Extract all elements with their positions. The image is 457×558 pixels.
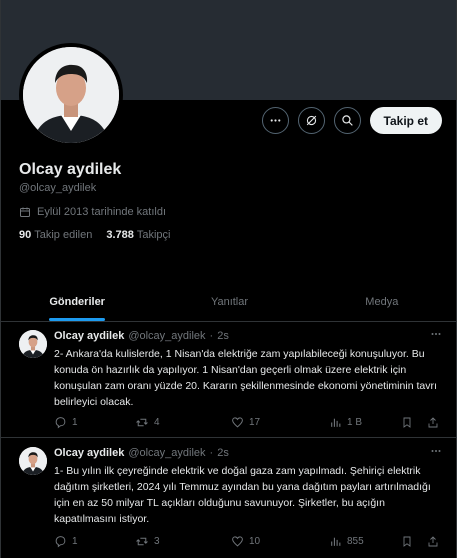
retweet-icon xyxy=(136,418,148,426)
reply-button[interactable]: 1 xyxy=(54,416,135,429)
more-dots-icon xyxy=(270,119,280,122)
reply-icon xyxy=(55,535,66,547)
retweet-count: 3 xyxy=(154,535,160,547)
bookmark-button[interactable] xyxy=(401,416,427,429)
reply-button[interactable]: 1 xyxy=(54,535,135,548)
profile-tabs: Gönderiler Yanıtlar Medya xyxy=(1,283,456,322)
tweet-time[interactable]: 2s xyxy=(217,330,229,342)
profile-handle: @olcay_aydilek xyxy=(19,182,97,194)
tweet-separator: · xyxy=(209,330,214,342)
grok-button[interactable] xyxy=(297,107,325,134)
like-count: 17 xyxy=(249,416,261,428)
heart-icon xyxy=(232,535,243,546)
tweet-author-handle[interactable]: @olcay_aydilek xyxy=(128,330,205,342)
search-icon xyxy=(341,115,353,126)
avatar-photo xyxy=(23,47,119,143)
like-count: 10 xyxy=(249,535,261,547)
like-button[interactable]: 17 xyxy=(231,416,329,429)
follow-button[interactable]: Takip et xyxy=(369,107,442,134)
share-icon xyxy=(428,535,438,546)
tweet-text: 2- Ankara'da kulislerde, 1 Nisan'da elek… xyxy=(54,348,437,408)
followers-label: Takipçi xyxy=(136,229,171,241)
views-chart-icon xyxy=(331,418,341,427)
retweet-count: 4 xyxy=(154,416,160,428)
following-link[interactable]: 90 Takip edilen xyxy=(19,229,92,241)
avatar-photo xyxy=(19,330,47,358)
grok-icon xyxy=(306,115,316,126)
tweet-avatar[interactable] xyxy=(19,330,47,358)
bookmark-icon xyxy=(403,417,411,428)
reply-count: 1 xyxy=(72,535,78,547)
profile-actions: Takip et xyxy=(261,107,442,134)
views-count: 1 B xyxy=(347,416,363,428)
retweet-icon xyxy=(136,537,148,545)
reply-icon xyxy=(55,416,66,428)
profile-name: Olcay aydilek xyxy=(19,161,122,178)
views-button[interactable]: 855 xyxy=(329,535,401,548)
share-button[interactable] xyxy=(427,535,439,548)
tweet-more-button[interactable] xyxy=(430,328,442,343)
tab-media[interactable]: Medya xyxy=(306,283,456,321)
followers-count: 3.788 xyxy=(106,229,134,241)
follow-stats: 90 Takip edilen 3.788 Takipçi xyxy=(19,229,171,241)
tweet[interactable]: Olcay aydilek @olcay_aydilek · 2s 1- Bu … xyxy=(1,439,456,558)
search-profile-button[interactable] xyxy=(333,107,361,134)
more-dots-icon xyxy=(431,450,441,452)
tweet-time[interactable]: 2s xyxy=(217,447,229,459)
tweet-more-button[interactable] xyxy=(430,445,442,460)
tweet-separator: · xyxy=(209,447,214,459)
tweet-text: 1- Bu yılın ilk çeyreğinde elektrik ve d… xyxy=(54,465,431,525)
more-options-button[interactable] xyxy=(261,107,289,134)
more-dots-icon xyxy=(431,333,441,335)
tweet-header: Olcay aydilek @olcay_aydilek · 2s xyxy=(54,447,229,459)
tab-replies[interactable]: Yanıtlar xyxy=(153,283,305,321)
retweet-button[interactable]: 3 xyxy=(135,535,231,548)
views-button[interactable]: 1 B xyxy=(329,416,401,429)
calendar-icon xyxy=(20,207,30,217)
like-button[interactable]: 10 xyxy=(231,535,329,548)
heart-icon xyxy=(232,416,243,427)
tweet-avatar[interactable] xyxy=(19,447,47,475)
views-count: 855 xyxy=(347,535,364,547)
tweet-actions: 1 4 17 1 B xyxy=(54,414,446,430)
bookmark-button[interactable] xyxy=(401,535,427,548)
tweet-header: Olcay aydilek @olcay_aydilek · 2s xyxy=(54,330,229,342)
following-label: Takip edilen xyxy=(34,229,93,241)
profile-avatar[interactable] xyxy=(19,43,123,147)
tweet-author-name[interactable]: Olcay aydilek xyxy=(54,447,124,459)
bookmark-icon xyxy=(403,536,411,547)
followers-link[interactable]: 3.788 Takipçi xyxy=(106,229,170,241)
views-chart-icon xyxy=(331,537,341,546)
tweet[interactable]: Olcay aydilek @olcay_aydilek · 2s 2- Ank… xyxy=(1,322,456,438)
tweet-author-name[interactable]: Olcay aydilek xyxy=(54,330,124,342)
joined-date: Eylül 2013 tarihinde katıldı xyxy=(19,206,166,218)
reply-count: 1 xyxy=(72,416,78,428)
share-icon xyxy=(428,416,438,427)
profile-page: Takip et Olcay aydilek @olcay_aydilek Ey… xyxy=(0,0,457,558)
share-button[interactable] xyxy=(427,416,439,429)
following-count: 90 xyxy=(19,229,32,241)
tweet-actions: 1 3 10 855 xyxy=(54,533,446,549)
joined-text: Eylül 2013 tarihinde katıldı xyxy=(37,206,167,218)
tweet-author-handle[interactable]: @olcay_aydilek xyxy=(128,447,205,459)
retweet-button[interactable]: 4 xyxy=(135,416,231,429)
avatar-photo xyxy=(19,447,47,475)
tab-posts[interactable]: Gönderiler xyxy=(1,283,153,321)
